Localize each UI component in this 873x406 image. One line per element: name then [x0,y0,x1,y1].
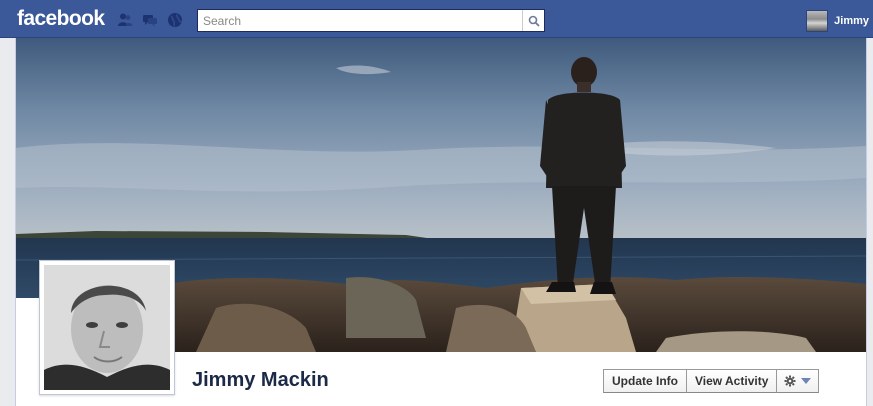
user-profile-link[interactable]: Jimmy [806,9,873,33]
user-name: Jimmy [834,15,869,27]
notifications-icon[interactable] [167,12,183,28]
view-activity-button[interactable]: View Activity [686,369,778,393]
settings-dropdown-button[interactable] [776,369,820,393]
search-box [197,9,545,32]
profile-name[interactable]: Jimmy Mackin [192,369,329,392]
search-input[interactable] [198,10,523,31]
timeline-header: Jimmy Mackin Update Info View Activity [15,38,867,406]
chevron-down-icon [801,378,812,384]
gear-icon [784,375,796,387]
friend-requests-icon[interactable] [117,12,133,28]
update-info-button[interactable]: Update Info [603,369,687,393]
search-button[interactable] [522,10,544,31]
profile-actions: Update Info View Activity [603,369,820,393]
facebook-logo[interactable]: facebook [17,7,105,31]
top-navigation-bar: facebook Jimmy [0,0,873,38]
messages-icon[interactable] [142,12,158,28]
profile-picture[interactable] [39,260,175,395]
profile-photo-image [44,265,170,390]
search-icon [528,15,540,27]
avatar [806,10,829,32]
